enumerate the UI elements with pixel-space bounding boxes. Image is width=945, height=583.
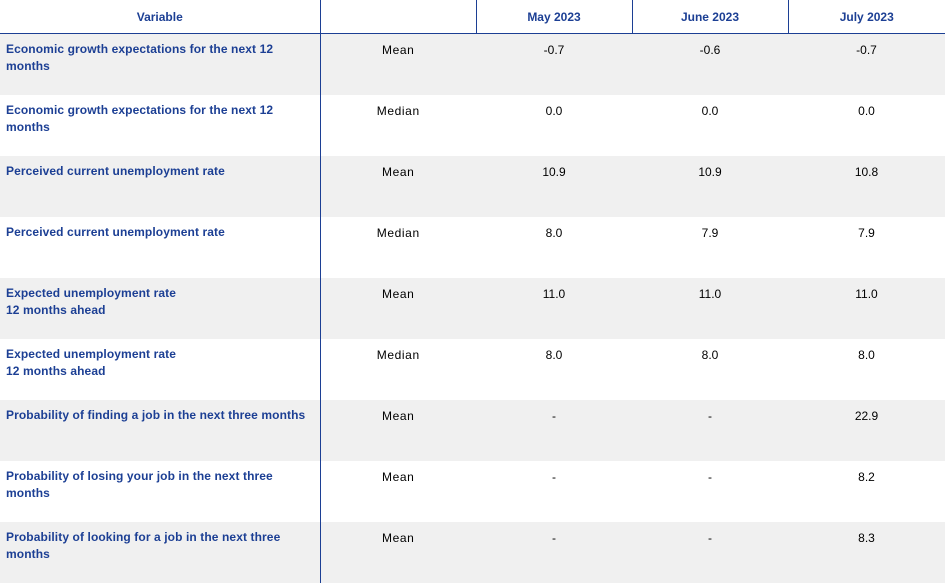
statistic-label: Median — [320, 216, 476, 278]
table-row: Probability of losing your job in the ne… — [0, 460, 945, 522]
value-may-2023: - — [476, 460, 632, 522]
table-row: Expected unemployment rate 12 months ahe… — [0, 277, 945, 339]
value-may-2023: 8.0 — [476, 216, 632, 278]
column-header-variable: Variable — [0, 0, 320, 34]
value-june-2023: 10.9 — [632, 155, 788, 217]
value-july-2023: 7.9 — [788, 216, 945, 278]
variable-label: Probability of losing your job in the ne… — [0, 460, 321, 522]
value-may-2023: 0.0 — [476, 94, 632, 156]
value-may-2023: 11.0 — [476, 277, 632, 339]
value-june-2023: - — [632, 399, 788, 461]
value-july-2023: 8.3 — [788, 521, 945, 583]
variable-label: Perceived current unemployment rate — [0, 155, 321, 217]
value-july-2023: 22.9 — [788, 399, 945, 461]
value-june-2023: 0.0 — [632, 94, 788, 156]
value-july-2023: 11.0 — [788, 277, 945, 339]
column-header-may-2023: May 2023 — [475, 0, 632, 34]
column-header-june-2023: June 2023 — [631, 0, 788, 34]
value-july-2023: 8.2 — [788, 460, 945, 522]
statistic-label: Mean — [320, 399, 476, 461]
value-june-2023: -0.6 — [632, 33, 788, 95]
value-july-2023: -0.7 — [788, 33, 945, 95]
table-row: Probability of finding a job in the next… — [0, 399, 945, 461]
table-row: Economic growth expectations for the nex… — [0, 94, 945, 156]
value-may-2023: 10.9 — [476, 155, 632, 217]
column-header-statistic — [319, 0, 476, 34]
value-june-2023: - — [632, 521, 788, 583]
survey-results-table: Variable May 2023 June 2023 July 2023 Ec… — [0, 0, 945, 583]
statistic-label: Mean — [320, 33, 476, 95]
variable-label: Economic growth expectations for the nex… — [0, 94, 321, 156]
value-june-2023: 8.0 — [632, 338, 788, 400]
variable-label: Expected unemployment rate 12 months ahe… — [0, 338, 321, 400]
variable-label: Economic growth expectations for the nex… — [0, 33, 321, 95]
statistic-label: Median — [320, 338, 476, 400]
variable-label: Perceived current unemployment rate — [0, 216, 321, 278]
value-may-2023: - — [476, 399, 632, 461]
value-may-2023: 8.0 — [476, 338, 632, 400]
value-may-2023: - — [476, 521, 632, 583]
statistic-label: Mean — [320, 277, 476, 339]
table-row: Economic growth expectations for the nex… — [0, 33, 945, 95]
table-row: Expected unemployment rate 12 months ahe… — [0, 338, 945, 400]
variable-label: Probability of looking for a job in the … — [0, 521, 321, 583]
statistic-label: Median — [320, 94, 476, 156]
value-june-2023: 11.0 — [632, 277, 788, 339]
value-june-2023: 7.9 — [632, 216, 788, 278]
statistic-label: Mean — [320, 460, 476, 522]
statistic-label: Mean — [320, 155, 476, 217]
value-july-2023: 8.0 — [788, 338, 945, 400]
value-may-2023: -0.7 — [476, 33, 632, 95]
column-header-july-2023: July 2023 — [787, 0, 945, 34]
table-row: Probability of looking for a job in the … — [0, 521, 945, 583]
value-july-2023: 10.8 — [788, 155, 945, 217]
table-row: Perceived current unemployment rate Medi… — [0, 216, 945, 278]
statistic-label: Mean — [320, 521, 476, 583]
variable-label: Expected unemployment rate 12 months ahe… — [0, 277, 321, 339]
table-row: Perceived current unemployment rate Mean… — [0, 155, 945, 217]
value-june-2023: - — [632, 460, 788, 522]
variable-label: Probability of finding a job in the next… — [0, 399, 321, 461]
header-row: Variable May 2023 June 2023 July 2023 — [0, 0, 945, 34]
value-july-2023: 0.0 — [788, 94, 945, 156]
